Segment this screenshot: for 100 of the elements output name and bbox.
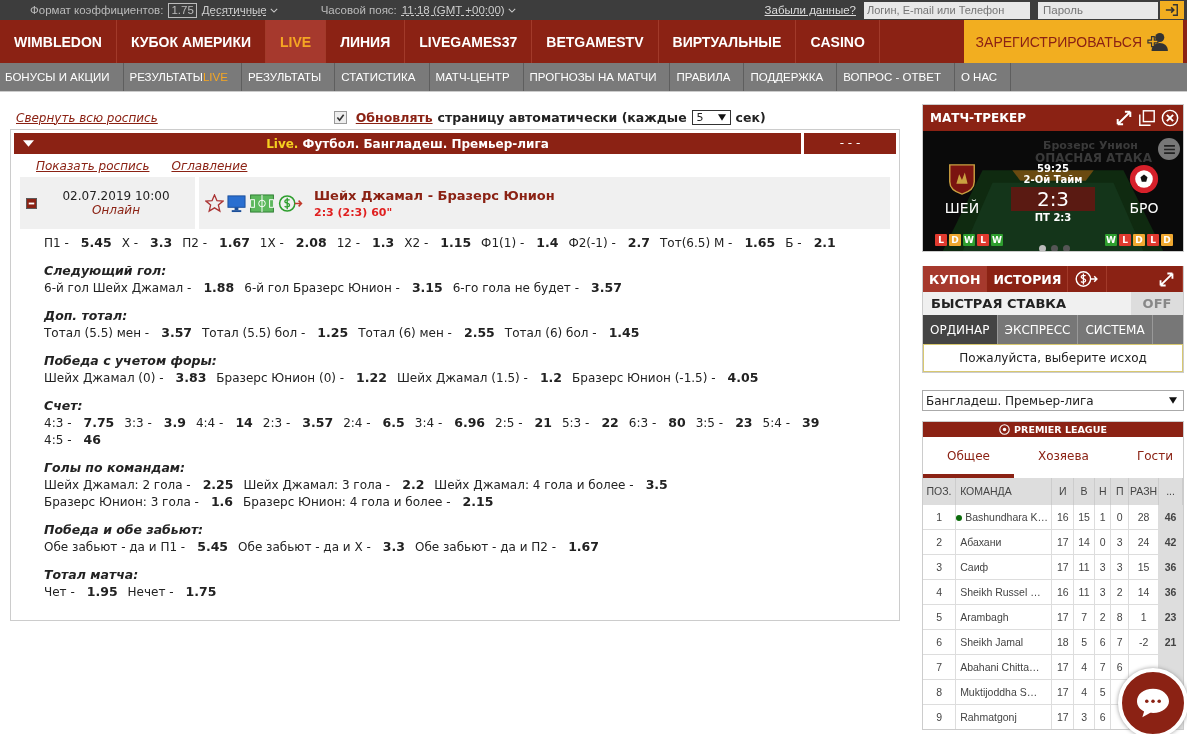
collapse-link[interactable]: Свернуть всю роспись (16, 110, 158, 125)
subnav-link[interactable]: МАТЧ-ЦЕНТР (429, 63, 524, 91)
outcome-label: Обе забьют - да и Х - (238, 540, 371, 554)
subnav-link[interactable]: БОНУСЫ И АКЦИИ (0, 63, 124, 91)
subnav-link[interactable]: ВОПРОС - ОТВЕТ (837, 63, 955, 91)
odds-value[interactable]: 3.5 (645, 477, 668, 492)
page-dot[interactable] (1050, 245, 1058, 251)
monitor-icon (227, 193, 246, 213)
odds-value[interactable]: 1.25 (317, 325, 349, 340)
odds-value[interactable]: 1.15 (440, 235, 472, 250)
subnav-link[interactable]: РЕЗУЛЬТАТЫLIVE (123, 63, 242, 91)
odds-value[interactable]: 1.67 (219, 235, 250, 250)
odds-value[interactable]: 23 (735, 415, 753, 430)
league-link[interactable]: Показать роспись (36, 159, 150, 173)
odds-value[interactable]: 7.75 (83, 415, 115, 430)
odds-value[interactable]: 1.4 (536, 235, 559, 250)
odds-value[interactable]: 1.65 (744, 235, 776, 250)
auto-refresh-checkbox[interactable] (333, 111, 347, 124)
odds-value[interactable]: 2.15 (462, 494, 494, 509)
password-field[interactable]: Пароль (1038, 1, 1158, 19)
odds-value[interactable]: 2.1 (813, 235, 836, 250)
odds-value[interactable]: 3.9 (163, 415, 186, 430)
odds-value[interactable]: 1.88 (203, 280, 235, 295)
table-cell: 11 (1073, 554, 1095, 580)
outcome-label: Ф2(-1) - (568, 236, 616, 250)
league-header[interactable]: Live. Футбол. Бангладеш. Премьер-лига (14, 133, 801, 154)
odds-value[interactable]: 1.67 (568, 539, 599, 554)
league-select[interactable]: Бангладеш. Премьер-лига (922, 390, 1184, 411)
table-cell: 17 (1051, 704, 1074, 729)
refresh-link[interactable]: Обновлять (355, 110, 433, 125)
odds-value[interactable]: 1.75 (185, 584, 217, 599)
odds-value[interactable]: 21 (534, 415, 552, 430)
outcome-label: Тот(6.5) М - (659, 236, 733, 250)
odds-value[interactable]: 1.22 (356, 370, 387, 385)
odds-value[interactable]: 5.45 (80, 235, 112, 250)
register-button[interactable]: ЗАРЕГИСТРИРОВАТЬСЯ (963, 20, 1183, 63)
odds-value[interactable]: 2.2 (402, 477, 425, 492)
subnav-link[interactable]: О НАС (954, 63, 1012, 91)
table-cell: 3 (1094, 579, 1111, 605)
login-field[interactable]: Логин, E-mail или Телефон (864, 1, 1030, 19)
subnav-link[interactable]: СТАТИСТИКА (335, 63, 430, 91)
odds-value[interactable]: 3.3 (150, 235, 173, 250)
coupon-tab[interactable]: КУПОН (923, 266, 988, 292)
standings-tab[interactable]: Гости (1112, 437, 1187, 478)
odds-value[interactable]: 2.7 (627, 235, 650, 250)
table-cell: 7 (1073, 604, 1095, 630)
odds-value[interactable]: 14 (235, 415, 253, 430)
odds-value[interactable]: 80 (668, 415, 686, 430)
standings-tab[interactable]: Хозяева (1013, 437, 1113, 478)
odds-value[interactable]: 4.05 (727, 370, 759, 385)
odds-value[interactable]: 2.55 (463, 325, 495, 340)
odds-value[interactable]: 3.3 (382, 539, 405, 554)
page-dot[interactable] (1038, 245, 1046, 251)
odds-value[interactable]: 6.96 (454, 415, 486, 430)
bet-type-tab[interactable]: СИСТЕМА (1078, 315, 1153, 344)
odds-value[interactable]: 1.45 (608, 325, 640, 340)
odds-value[interactable]: 3.57 (591, 280, 622, 295)
collapse-arrow-icon (23, 140, 34, 148)
subnav-link[interactable]: ПРАВИЛА (670, 63, 745, 91)
odds-value[interactable]: 22 (601, 415, 619, 430)
outcome-label: 3:5 - (695, 416, 724, 430)
table-cell: 2 (1110, 579, 1129, 605)
table-cell: Саиф (955, 554, 1052, 580)
odds-value[interactable]: 46 (83, 432, 101, 447)
odds-value[interactable]: 1.2 (539, 370, 563, 385)
subnav-link[interactable]: ПОДДЕРЖКА (744, 63, 838, 91)
table-cell: 2 (923, 529, 956, 555)
market-title: Победа и обе забьют: (44, 522, 205, 537)
odds-value[interactable]: 39 (802, 415, 820, 430)
subnav-link[interactable]: РЕЗУЛЬТАТЫ (241, 63, 336, 91)
quick-bet-label: БЫСТРАЯ СТАВКА (930, 296, 1067, 311)
bet-type-tab[interactable]: ОРДИНАР (923, 315, 998, 344)
timezone-dropdown[interactable]: 11:18 (GMT +00:00) (401, 4, 505, 16)
odds-value[interactable]: 3.15 (411, 280, 443, 295)
odds-value[interactable]: 2.25 (202, 477, 234, 492)
odds-value[interactable]: 2.08 (295, 235, 327, 250)
odds-value[interactable]: 1.95 (86, 584, 118, 599)
odds-value[interactable]: 3.83 (175, 370, 207, 385)
page-dot[interactable] (1062, 245, 1070, 251)
league-link[interactable]: Оглавление (171, 159, 248, 173)
table-cell: 7 (1110, 629, 1129, 655)
match-link[interactable]: Шейх Джамал - Бразерс Юнион (314, 187, 555, 203)
odds-value[interactable]: 3.57 (302, 415, 334, 430)
interval-select[interactable]: 5 (691, 110, 731, 125)
bet-type-tab[interactable]: ЭКСПРЕСС (997, 315, 1079, 344)
table-cell: 5 (1094, 679, 1111, 705)
outcome-label: Тотал (6) бол - (504, 326, 597, 340)
subnav-link[interactable]: ПРОГНОЗЫ НА МАТЧИ (523, 63, 671, 91)
odds-value[interactable]: 3.57 (161, 325, 193, 340)
odds-value[interactable]: 5.45 (197, 539, 229, 554)
odds-format-dropdown[interactable]: Десятичные (201, 4, 267, 16)
odds-value[interactable]: 1.6 (210, 494, 234, 509)
table-cell: Абахани (955, 529, 1052, 555)
forgot-link[interactable]: Забыли данные? (764, 4, 856, 16)
odds-format-label: Формат коэффициентов: (30, 4, 164, 16)
table-cell: 17 (1051, 679, 1074, 705)
table-cell: 3 (1110, 554, 1129, 580)
odds-value[interactable]: 6.5 (382, 415, 405, 430)
odds-value[interactable]: 1.3 (372, 235, 395, 250)
login-button[interactable] (1160, 1, 1184, 19)
